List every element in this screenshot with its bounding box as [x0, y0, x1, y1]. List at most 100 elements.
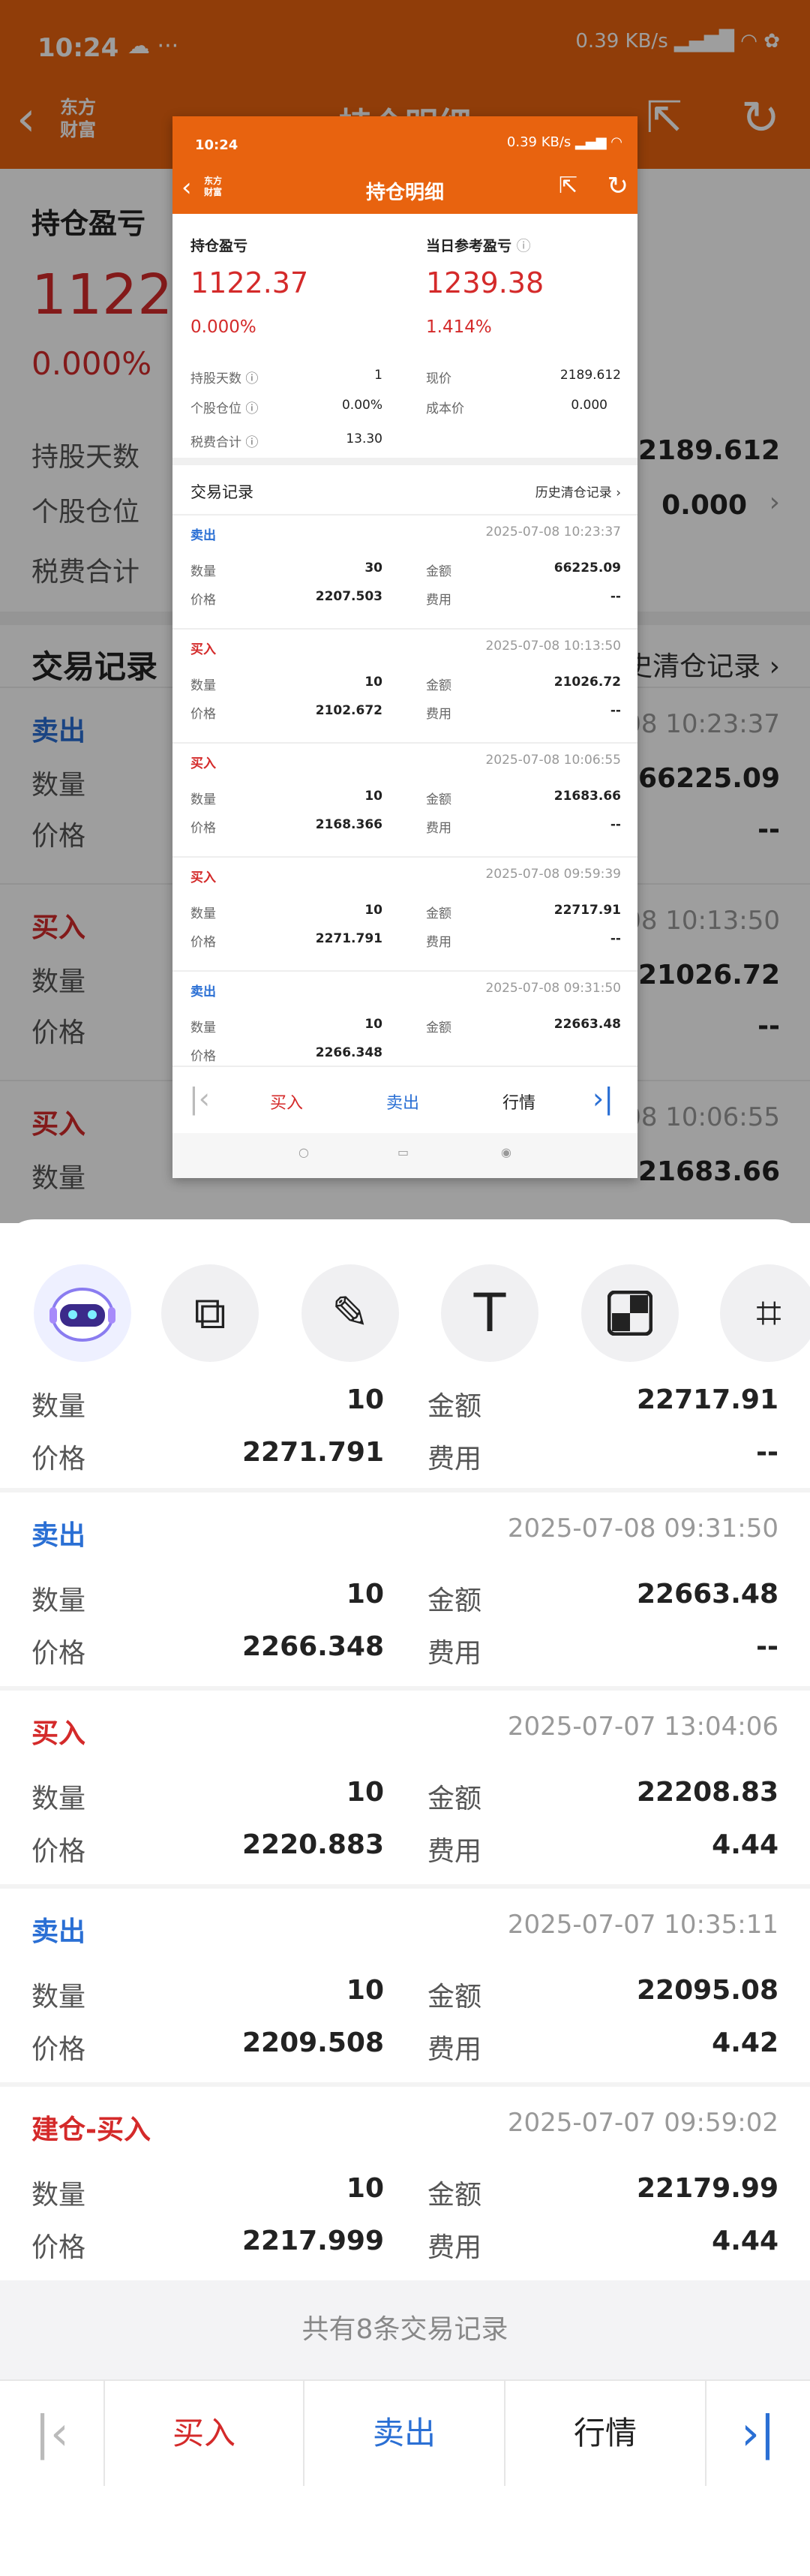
fee-label: 费用 [428, 1836, 482, 1867]
thumb-divider [172, 458, 638, 465]
thumb-status-time: 10:24 [195, 137, 238, 153]
trade-fee: -- [756, 1631, 778, 1662]
amount-label: 金额 [428, 1391, 482, 1422]
thumb-trade-row: 买入 2025-07-08 10:13:50 数量 10 金额 21026.72… [172, 628, 638, 742]
trade-qty: 10 [364, 1017, 382, 1032]
thumb-position-label: 个股仓位 ⓘ [190, 401, 259, 416]
thumb-history-link: 历史清仓记录 › [535, 485, 621, 500]
trade-amount: 66225.09 [554, 561, 621, 576]
trade-amount: 22208.83 [636, 1777, 778, 1808]
pencil-icon[interactable]: ✎ [302, 1264, 399, 1362]
trade-type: 卖出 [190, 984, 216, 999]
thumb-pnl-pct: 0.000% [190, 317, 256, 337]
trade-date: 2025-07-07 10:35:11 [507, 1910, 778, 1940]
fee-label: 费用 [426, 935, 452, 950]
trade-date: 2025-07-08 09:31:50 [507, 1513, 778, 1543]
trade-qty: 30 [364, 561, 382, 576]
trade-price: 2209.508 [242, 2027, 384, 2058]
thumb-sell: 卖出 [386, 1094, 420, 1113]
thumb-cost-label: 成本价 [426, 401, 464, 416]
thumb-ref-pct: 1.414% [426, 317, 492, 337]
buy-button[interactable]: 买入 [105, 2381, 303, 2486]
thumb-pnl-label: 持仓盈亏 [190, 238, 248, 254]
price-label: 价格 [32, 1444, 86, 1474]
price-label: 价格 [32, 2232, 86, 2263]
trade-price: 2266.348 [242, 1631, 384, 1662]
trade-fee: 4.44 [712, 1829, 778, 1860]
trade-qty: 10 [346, 1777, 384, 1808]
trade-qty: 10 [346, 1384, 384, 1415]
last-page-icon[interactable]: ›| [706, 2381, 810, 2486]
trade-qty: 10 [364, 903, 382, 918]
thumb-nav-bar: ‹ 东方财富 持仓明细 ⇱ ↻ [172, 165, 638, 214]
first-page-icon[interactable]: |‹ [0, 2381, 104, 2486]
screenshot-edit-sheet: ⧉ ✎ T ⌗ 数量 10 金额 22717.91 价格 2271.791 费用… [0, 1219, 810, 2576]
thumb-cost-value: 0.000 [571, 398, 608, 413]
amount-label: 金额 [426, 678, 452, 693]
trade-amount: 22095.08 [636, 1975, 778, 2006]
text-icon[interactable]: T [441, 1264, 538, 1362]
trade-date: 2025-07-08 10:13:50 [485, 639, 621, 654]
sell-button[interactable]: 卖出 [304, 2381, 504, 2486]
price-label: 价格 [190, 935, 216, 950]
trade-type: 买入 [190, 642, 216, 657]
trade-amount: 22717.91 [636, 1384, 778, 1415]
price-label: 价格 [190, 707, 216, 722]
thumb-trade-row: 买入 2025-07-08 10:06:55 数量 10 金额 21683.66… [172, 742, 638, 856]
amount-label: 金额 [428, 1586, 482, 1616]
trade-date: 2025-07-08 10:06:55 [485, 753, 621, 768]
qty-label: 数量 [190, 792, 216, 807]
crop-icon[interactable]: ⌗ [720, 1264, 810, 1362]
thumb-recent-gesture-icon: ◉ [501, 1145, 512, 1159]
thumb-hold-days-value: 1 [374, 368, 382, 383]
trade-qty: 10 [364, 789, 382, 804]
price-label: 价格 [32, 2034, 86, 2065]
fee-label: 费用 [428, 1638, 482, 1669]
trade-price: 2271.791 [242, 1437, 384, 1468]
trade-type: 买入 [190, 756, 216, 771]
thumb-first-icon: |‹ [189, 1082, 210, 1115]
thumb-trade-row: 买入 2025-07-08 09:59:39 数量 10 金额 22717.91… [172, 856, 638, 970]
trade-date: 2025-07-07 13:04:06 [507, 1712, 778, 1742]
price-label: 价格 [32, 1638, 86, 1669]
list-item: 卖出 2025-07-08 09:31:50 数量 10 金额 22663.48… [0, 1492, 810, 1686]
trade-amount: 21026.72 [554, 675, 621, 690]
action-bar: |‹ 买入 卖出 行情 ›| [0, 2379, 810, 2486]
thumb-pnl-value: 1122.37 [190, 266, 309, 299]
robot-assistant-icon[interactable] [34, 1264, 131, 1362]
qty-label: 数量 [32, 2180, 86, 2211]
qty-label: 数量 [32, 1982, 86, 2012]
qty-label: 数量 [190, 906, 216, 921]
trade-type: 买入 [32, 1718, 86, 1749]
trade-type: 卖出 [190, 528, 216, 543]
mosaic-icon[interactable] [581, 1264, 679, 1362]
trade-fee: -- [610, 703, 621, 718]
trade-date: 2025-07-08 09:59:39 [485, 867, 621, 882]
trade-qty: 10 [364, 675, 382, 690]
qty-label: 数量 [190, 564, 216, 579]
record-count: 共有8条交易记录 [0, 2280, 810, 2379]
thumb-hold-days-label: 持股天数 ⓘ [190, 371, 259, 386]
screenshot-thumbnail[interactable]: 10:24 0.39 KB/s ▂▄▆ ◠ ‹ 东方财富 持仓明细 ⇱ ↻ 持仓… [172, 116, 638, 1178]
thumb-tax-label: 税费合计 ⓘ [190, 435, 259, 450]
amount-label: 金额 [428, 1982, 482, 2012]
amount-label: 金额 [426, 792, 452, 807]
trade-date: 2025-07-08 09:31:50 [485, 981, 621, 996]
thumb-share-icon: ⇱ [558, 173, 578, 199]
trade-fee: -- [610, 931, 621, 946]
fee-label: 费用 [426, 821, 452, 836]
price-label: 价格 [190, 821, 216, 836]
trade-fee: -- [610, 589, 621, 604]
list-item: 买入 2025-07-07 13:04:06 数量 10 金额 22208.83… [0, 1691, 810, 1884]
thumb-last-icon: ›| [592, 1082, 614, 1115]
thumb-action-bar: |‹ 买入 卖出 行情 ›| [172, 1066, 638, 1133]
thumb-price-value: 2189.612 [560, 368, 621, 383]
thumb-nav-gestures: ○ ▭ ◉ [172, 1133, 638, 1178]
price-label: 价格 [190, 593, 216, 608]
trade-amount: 22663.48 [636, 1579, 778, 1610]
market-button[interactable]: 行情 [506, 2381, 705, 2486]
qty-label: 数量 [32, 1586, 86, 1616]
trade-price: 2102.672 [315, 703, 382, 718]
screenshot-capture-icon[interactable]: ⧉ [161, 1264, 259, 1362]
amount-label: 金额 [426, 1020, 452, 1036]
